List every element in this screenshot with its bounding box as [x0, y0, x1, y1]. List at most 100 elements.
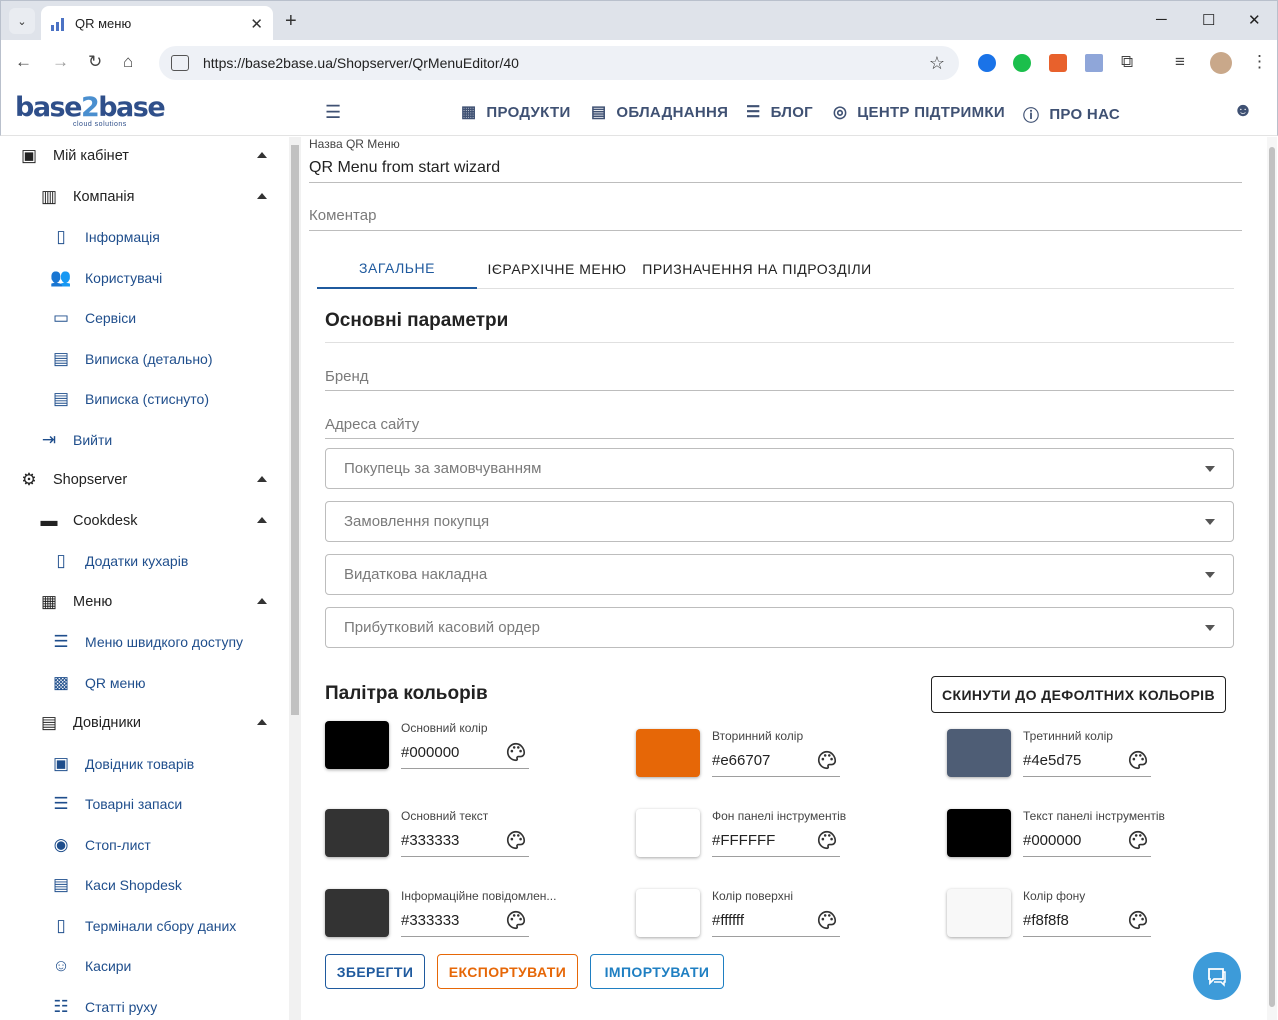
- sidebar-item-statement-detailed[interactable]: ▤ Виписка (детально): [49, 348, 213, 370]
- palette-icon[interactable]: [505, 741, 527, 763]
- back-button[interactable]: ←: [15, 52, 32, 72]
- sidebar-item-users[interactable]: 👥 Користувачі: [49, 267, 162, 289]
- color-swatch[interactable]: [325, 889, 389, 937]
- forward-button[interactable]: →: [52, 52, 69, 72]
- color-swatch[interactable]: [636, 889, 700, 937]
- color-swatch[interactable]: [947, 729, 1011, 777]
- palette-icon[interactable]: [1127, 829, 1149, 851]
- invoice-select[interactable]: Видаткова накладна: [325, 554, 1234, 595]
- sidebar-item-cashiers[interactable]: ☺ Касири: [49, 955, 131, 977]
- sidebar-item-info[interactable]: ▯ Інформація: [49, 226, 160, 248]
- color-value-input[interactable]: #f8f8f8: [1023, 912, 1069, 929]
- receipt-order-select[interactable]: Прибутковий касовий ордер: [325, 607, 1234, 648]
- sidebar-item-statement-compact[interactable]: ▤ Виписка (стиснуто): [49, 388, 209, 410]
- nav-products[interactable]: ▦ ПРОДУКТИ: [461, 102, 571, 122]
- sidebar-item-movement-articles[interactable]: ☷ Статті руху: [49, 996, 157, 1018]
- maximize-button[interactable]: ☐: [1202, 11, 1215, 29]
- import-button[interactable]: ІМПОРТУВАТИ: [590, 954, 724, 989]
- tab-general[interactable]: ЗАГАЛЬНЕ: [317, 249, 477, 289]
- more-menu-icon[interactable]: ⋮: [1251, 52, 1268, 72]
- sidebar-item-menu[interactable]: ▦ Меню: [37, 591, 112, 613]
- color-value-input[interactable]: #333333: [401, 832, 459, 849]
- color-value-input[interactable]: #333333: [401, 912, 459, 929]
- default-buyer-select[interactable]: Покупець за замовчуванням: [325, 448, 1234, 489]
- sidebar-item-quick-menu[interactable]: ☰ Меню швидкого доступу: [49, 631, 243, 653]
- reload-button[interactable]: ↻: [88, 52, 102, 72]
- user-icon[interactable]: ☻: [1233, 100, 1253, 122]
- export-button[interactable]: ЕКСПОРТУВАТИ: [437, 954, 578, 989]
- sidebar-item-logout[interactable]: ⇥ Вийти: [37, 429, 112, 451]
- brand-field[interactable]: Бренд: [325, 368, 369, 385]
- nav-about[interactable]: ⓘ ПРО НАС: [1023, 102, 1120, 126]
- color-value-input[interactable]: #000000: [1023, 832, 1081, 849]
- palette-icon[interactable]: [816, 909, 838, 931]
- address-bar[interactable]: https://base2base.ua/Shopserver/QrMenuEd…: [159, 46, 959, 80]
- site-info-icon[interactable]: [171, 55, 189, 71]
- chevron-up-icon[interactable]: [257, 598, 267, 604]
- tab-department-assignment[interactable]: ПРИЗНАЧЕННЯ НА ПІДРОЗДІЛИ: [637, 249, 877, 289]
- color-swatch[interactable]: [947, 809, 1011, 857]
- comment-field[interactable]: Коментар: [309, 207, 376, 224]
- color-value-input[interactable]: #e66707: [712, 752, 770, 769]
- chevron-up-icon[interactable]: [257, 476, 267, 482]
- palette-icon[interactable]: [816, 829, 838, 851]
- puzzle-icon[interactable]: ⧉: [1121, 52, 1133, 72]
- color-swatch[interactable]: [636, 729, 700, 777]
- color-swatch[interactable]: [636, 809, 700, 857]
- sidebar-item-services[interactable]: ▭ Сервіси: [49, 307, 136, 329]
- tab-search-button[interactable]: ⌄: [9, 8, 35, 34]
- palette-icon[interactable]: [816, 749, 838, 771]
- chevron-up-icon[interactable]: [257, 719, 267, 725]
- sidebar-item-cookdesk[interactable]: ▬ Cookdesk: [37, 510, 138, 532]
- sidebar-item-product-directory[interactable]: ▣ Довідник товарів: [49, 753, 194, 775]
- support-chat-button[interactable]: [1193, 952, 1241, 1000]
- extension-icon[interactable]: [1013, 54, 1031, 72]
- avatar[interactable]: [1210, 52, 1232, 74]
- sidebar-item-company[interactable]: ▥ Компанія: [37, 186, 135, 208]
- minimize-button[interactable]: ─: [1156, 11, 1167, 28]
- logo[interactable]: base2base cloud solutions: [15, 94, 166, 129]
- palette-icon[interactable]: [505, 829, 527, 851]
- extension-icon[interactable]: [1085, 54, 1103, 72]
- reset-colors-button[interactable]: СКИНУТИ ДО ДЕФОЛТНИХ КОЛЬОРІВ: [931, 676, 1226, 713]
- name-field[interactable]: QR Menu from start wizard: [309, 159, 500, 177]
- close-window-button[interactable]: ✕: [1248, 11, 1261, 29]
- sidebar-item-cabinet[interactable]: ▣ Мій кабінет: [17, 145, 129, 167]
- save-button[interactable]: ЗБЕРЕГТИ: [325, 954, 425, 989]
- tab-hierarchical-menu[interactable]: ІЄРАРХІЧНЕ МЕНЮ: [477, 249, 637, 289]
- page-scrollbar[interactable]: [1267, 137, 1277, 1020]
- color-swatch[interactable]: [947, 889, 1011, 937]
- sidebar-item-stock[interactable]: ☰ Товарні запаси: [49, 793, 182, 815]
- color-value-input[interactable]: #000000: [401, 744, 459, 761]
- color-value-input[interactable]: #ffffff: [712, 912, 744, 929]
- chevron-up-icon[interactable]: [257, 193, 267, 199]
- sidebar-item-data-terminals[interactable]: ▯ Термінали сбору даних: [49, 915, 236, 937]
- palette-icon[interactable]: [505, 909, 527, 931]
- sidebar-item-qr-menu[interactable]: ▩ QR меню: [49, 672, 146, 694]
- palette-icon[interactable]: [1127, 909, 1149, 931]
- close-icon[interactable]: ✕: [250, 15, 263, 33]
- sidebar-item-stop-list[interactable]: ◉ Стоп-лист: [49, 834, 151, 856]
- sidebar-item-shopdesk-registers[interactable]: ▤ Каси Shopdesk: [49, 874, 182, 896]
- buyer-order-select[interactable]: Замовлення покупця: [325, 501, 1234, 542]
- color-swatch[interactable]: [325, 809, 389, 857]
- sidebar-item-directories[interactable]: ▤ Довідники: [37, 712, 141, 734]
- new-tab-button[interactable]: +: [285, 10, 297, 33]
- sidebar-scrollbar[interactable]: [291, 145, 299, 715]
- extension-icon[interactable]: [1049, 54, 1067, 72]
- bookmark-star-icon[interactable]: ☆: [929, 53, 945, 74]
- chevron-up-icon[interactable]: [257, 152, 267, 158]
- site-field[interactable]: Адреса сайту: [325, 416, 419, 433]
- color-value-input[interactable]: #FFFFFF: [712, 832, 775, 849]
- sidebar-item-cook-apps[interactable]: ▯ Додатки кухарів: [49, 550, 188, 572]
- media-icon[interactable]: ≡: [1175, 52, 1185, 72]
- sidebar-item-shopserver[interactable]: ⚙ Shopserver: [17, 469, 127, 491]
- home-button[interactable]: ⌂: [123, 52, 133, 72]
- extension-icon[interactable]: [978, 54, 996, 72]
- browser-tab[interactable]: QR меню ✕: [41, 6, 273, 41]
- palette-icon[interactable]: [1127, 749, 1149, 771]
- menu-collapse-icon[interactable]: ☰: [325, 102, 341, 123]
- nav-equipment[interactable]: ▤ ОБЛАДНАННЯ: [591, 102, 728, 122]
- nav-blog[interactable]: ☰ БЛОГ: [746, 102, 813, 122]
- nav-support[interactable]: ◎ ЦЕНТР ПІДТРИМКИ: [833, 102, 1005, 122]
